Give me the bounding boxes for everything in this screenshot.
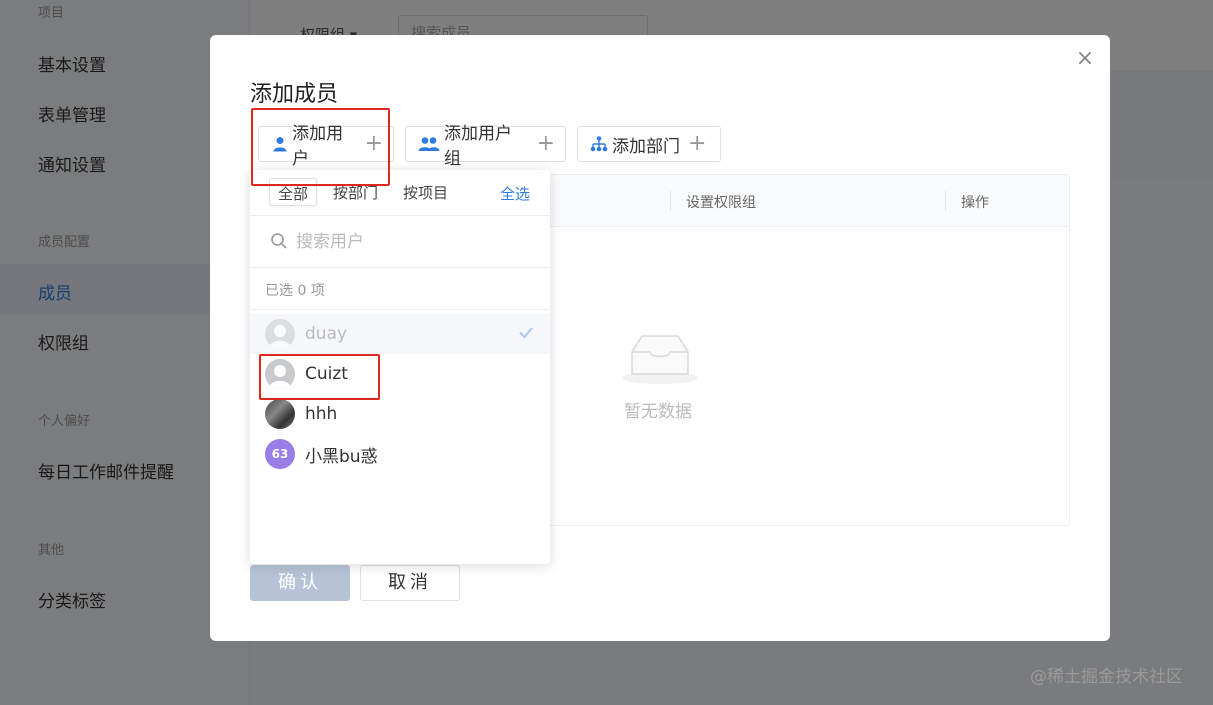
column-divider bbox=[945, 191, 946, 211]
check-icon bbox=[519, 327, 533, 339]
select-all-link[interactable]: 全选 bbox=[500, 183, 530, 204]
user-option-hhh[interactable]: hhh bbox=[250, 394, 550, 434]
user-search-input[interactable] bbox=[296, 228, 526, 256]
column-divider bbox=[670, 191, 671, 211]
empty-state-text: 暂无数据 bbox=[624, 402, 692, 422]
cancel-button[interactable]: 取消 bbox=[360, 565, 460, 601]
user-search-box bbox=[250, 216, 550, 268]
user-name: duay bbox=[305, 324, 348, 344]
watermark: @稀土掘金技术社区 bbox=[1030, 667, 1183, 687]
column-header-actions: 操作 bbox=[961, 195, 989, 211]
empty-inbox-icon bbox=[622, 335, 698, 384]
tab-by-project[interactable]: 按项目 bbox=[395, 178, 456, 206]
user-name: hhh bbox=[305, 404, 338, 424]
dialog-title: 添加成员 bbox=[250, 82, 339, 107]
confirm-button[interactable]: 确认 bbox=[250, 565, 350, 601]
user-group-icon bbox=[418, 135, 440, 153]
avatar bbox=[265, 399, 295, 429]
plus-icon: + bbox=[688, 131, 707, 156]
close-icon[interactable]: × bbox=[1073, 47, 1097, 71]
column-header-permission-group: 设置权限组 bbox=[686, 195, 756, 211]
user-option-duay[interactable]: duay bbox=[250, 314, 550, 354]
highlight-box bbox=[259, 354, 380, 400]
plus-icon: + bbox=[536, 131, 555, 156]
add-user-group-label: 添加用户组 bbox=[444, 124, 512, 169]
avatar bbox=[265, 319, 295, 349]
search-icon bbox=[271, 233, 287, 249]
user-name: 小黑bu惑 bbox=[305, 446, 378, 467]
add-department-label: 添加部门 bbox=[612, 136, 680, 157]
highlight-box bbox=[251, 108, 390, 186]
selected-count: 已选 0 项 bbox=[250, 268, 550, 310]
add-department-button[interactable]: 添加部门 + bbox=[577, 126, 721, 162]
user-option-xiaohei[interactable]: 63 小黑bu惑 bbox=[250, 434, 550, 474]
avatar: 63 bbox=[265, 439, 295, 469]
department-icon bbox=[590, 135, 608, 153]
add-user-group-button[interactable]: 添加用户组 + bbox=[405, 124, 566, 169]
